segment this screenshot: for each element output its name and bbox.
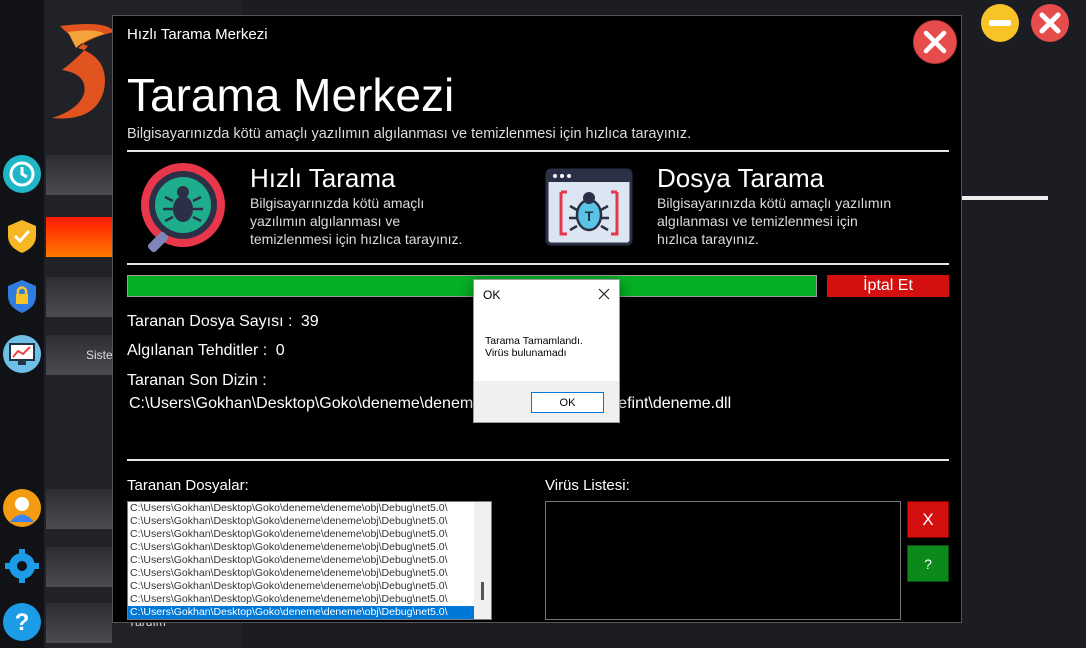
lock-shield-icon[interactable]	[3, 277, 41, 315]
last-dir-value: C:\Users\Gokhan\Desktop\Goko\deneme\dene…	[129, 395, 732, 412]
file-scan-desc-line: Bilgisayarınızda kötü amaçlı yazılımın	[657, 195, 892, 211]
side-button-2[interactable]	[46, 217, 112, 257]
svg-text:?: ?	[15, 609, 30, 636]
info-virus-button[interactable]: ?	[907, 545, 949, 582]
file-scan-desc-line: algılanması ve temizlenmesi için	[657, 213, 858, 229]
side-button-3[interactable]	[46, 277, 112, 317]
threats-label: Algılanan Tehditler :	[127, 342, 268, 359]
list-item[interactable]: C:\Users\Gokhan\Desktop\Goko\deneme\dene…	[128, 554, 474, 567]
scanned-count-label: Taranan Dosya Sayısı :	[127, 313, 293, 330]
svg-text:T: T	[585, 208, 594, 224]
help-icon[interactable]: ?	[3, 603, 41, 641]
window-close-button[interactable]	[913, 20, 957, 64]
side-button-6[interactable]	[46, 547, 112, 587]
quick-scan-desc-line: yazılımın algılanması ve	[250, 213, 401, 229]
quick-scan-desc-line: Bilgisayarınızda kötü amaçlı	[250, 195, 425, 211]
list-item[interactable]: C:\Users\Gokhan\Desktop\Goko\deneme\dene…	[128, 567, 474, 580]
divider-middle	[127, 263, 949, 265]
scanned-count-value: 39	[300, 313, 319, 330]
divider-top	[127, 150, 949, 152]
list-item[interactable]: C:\Users\Gokhan\Desktop\Goko\deneme\dene…	[128, 515, 474, 528]
scanned-files-label: Taranan Dosyalar:	[127, 477, 249, 494]
side-button-5[interactable]	[46, 489, 112, 529]
app-close-button[interactable]	[1031, 4, 1069, 42]
message-dialog: OK Tarama Tamamlandı. Virüs bulunamadı O…	[473, 279, 620, 423]
side-button-7[interactable]	[46, 603, 112, 643]
gear-icon[interactable]	[3, 547, 41, 585]
list-item[interactable]: C:\Users\Gokhan\Desktop\Goko\deneme\dene…	[128, 502, 474, 515]
virus-list[interactable]	[545, 501, 901, 620]
list-item[interactable]: C:\Users\Gokhan\Desktop\Goko\deneme\dene…	[128, 541, 474, 554]
close-icon	[1039, 12, 1061, 34]
quick-scan-desc: Bilgisayarınızda kötü amaçlı yazılımın a…	[250, 194, 462, 248]
file-scan-desc: Bilgisayarınızda kötü amaçlı yazılımın a…	[657, 194, 891, 248]
shield-check-icon[interactable]	[3, 217, 41, 255]
page-title: Tarama Merkezi	[127, 69, 455, 121]
clock-check-icon[interactable]	[3, 155, 41, 193]
delete-virus-button[interactable]: X	[907, 501, 949, 538]
file-scan-desc-line: hızlıca tarayınız.	[657, 231, 759, 247]
file-scan-title: Dosya Tarama	[657, 163, 825, 193]
minimize-button[interactable]	[981, 4, 1019, 42]
list-item-selected[interactable]: C:\Users\Gokhan\Desktop\Goko\deneme\dene…	[128, 606, 474, 619]
quick-scan-desc-line: temizlenmesi için hızlıca tarayınız.	[250, 231, 463, 247]
scanned-files-scrollbar[interactable]	[474, 502, 491, 619]
threats-row: Algılanan Tehditler : 0	[127, 342, 285, 360]
browser-bug-icon[interactable]: T	[545, 168, 633, 246]
page-subtitle: Bilgisayarınızda kötü amaçlı yazılımın a…	[127, 126, 692, 142]
scanned-files-list[interactable]: C:\Users\Gokhan\Desktop\Goko\deneme\dene…	[127, 501, 492, 620]
background-divider	[962, 196, 1048, 200]
dialog-message-line: Virüs bulunamadı	[485, 347, 567, 359]
cancel-button[interactable]: İptal Et	[827, 275, 949, 297]
scanned-count-row: Taranan Dosya Sayısı : 39	[127, 313, 319, 331]
divider-bottom	[127, 459, 949, 461]
side-button-1[interactable]	[46, 155, 112, 195]
quick-scan-title: Hızlı Tarama	[250, 163, 396, 193]
monitor-chart-icon[interactable]	[3, 335, 41, 373]
threats-value: 0	[275, 342, 285, 359]
dialog-message-line: Tarama Tamamlandı.	[485, 335, 583, 347]
list-item[interactable]: C:\Users\Gokhan\Desktop\Goko\deneme\dene…	[128, 580, 474, 593]
dialog-footer: OK	[474, 381, 619, 422]
dialog-title: OK	[483, 288, 501, 302]
side-button-4-label: Siste	[86, 348, 113, 362]
ok-button[interactable]: OK	[531, 392, 604, 413]
app-logo-icon	[52, 24, 114, 119]
user-avatar-icon[interactable]	[3, 489, 41, 527]
magnifier-bug-icon[interactable]	[137, 161, 229, 253]
window-title: Hızlı Tarama Merkezi	[127, 26, 268, 43]
last-dir-label: Taranan Son Dizin :	[127, 372, 267, 389]
scrollbar-thumb[interactable]	[481, 582, 484, 600]
dialog-message: Tarama Tamamlandı. Virüs bulunamadı	[485, 335, 583, 359]
dialog-close-icon[interactable]	[596, 286, 612, 302]
virus-list-label: Virüs Listesi:	[545, 477, 630, 494]
list-item[interactable]: C:\Users\Gokhan\Desktop\Goko\deneme\dene…	[128, 528, 474, 541]
minimize-icon	[989, 20, 1011, 26]
scan-progress-bar	[127, 275, 817, 297]
list-item[interactable]: C:\Users\Gokhan\Desktop\Goko\deneme\dene…	[128, 593, 474, 606]
close-icon	[923, 30, 947, 54]
